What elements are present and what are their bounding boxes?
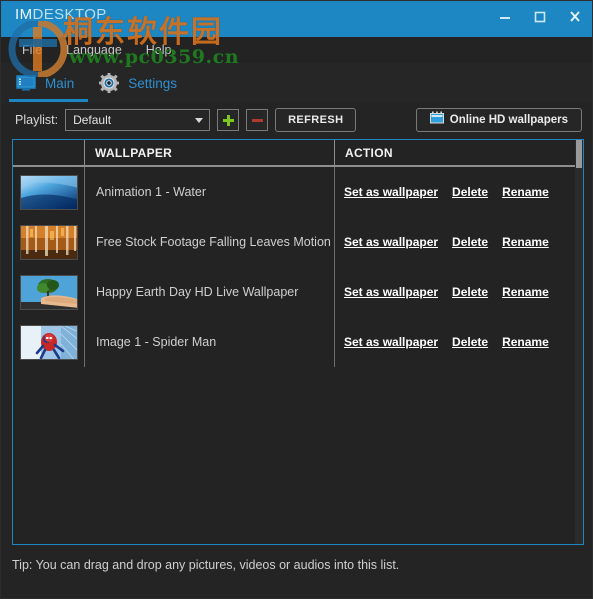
plus-icon [222, 114, 234, 126]
rename-link[interactable]: Rename [502, 285, 549, 299]
title-bar: IMDESKTOP [1, 1, 592, 37]
menu-item-help[interactable]: Help [136, 40, 182, 60]
table-row[interactable]: Image 1 - Spider Man Set as wallpaper De… [13, 317, 583, 367]
table-header-row: WALLPAPER ACTION [13, 140, 583, 167]
set-as-wallpaper-link[interactable]: Set as wallpaper [344, 335, 438, 349]
refresh-button-label: REFRESH [288, 114, 344, 126]
row-action-cell: Set as wallpaper Delete Rename [335, 167, 583, 217]
delete-link[interactable]: Delete [452, 235, 488, 249]
row-thumbnail-cell [13, 167, 85, 217]
toolbar: Playlist: Default REFRESH Online HD wall… [1, 103, 592, 137]
autumn-forest-thumbnail [20, 224, 78, 260]
tab-main[interactable]: Main [9, 64, 89, 102]
globe-wallpaper-icon [429, 111, 444, 129]
menu-bar: File Language Help [1, 37, 592, 63]
wallpaper-name: Free Stock Footage Falling Leaves Motion… [96, 235, 335, 249]
underwater-blue-thumbnail [20, 174, 78, 210]
column-header-action[interactable]: ACTION [335, 140, 583, 166]
table-scrollbar[interactable] [575, 140, 583, 544]
chevron-down-icon [195, 117, 204, 123]
add-playlist-button[interactable] [217, 109, 240, 131]
remove-playlist-button[interactable] [246, 109, 269, 131]
delete-link[interactable]: Delete [452, 335, 488, 349]
monitor-icon [15, 73, 37, 93]
tip-bar: Tip: You can drag and drop any pictures,… [1, 545, 592, 585]
minimize-button[interactable] [487, 1, 522, 32]
row-thumbnail-cell [13, 217, 85, 267]
rename-link[interactable]: Rename [502, 235, 549, 249]
wallpaper-name: Image 1 - Spider Man [96, 335, 217, 349]
tab-settings[interactable]: Settings [92, 64, 191, 102]
imdesktop-window: IMDESKTOP File Language Help Main Settin… [0, 0, 593, 599]
row-thumbnail-cell [13, 317, 85, 367]
app-title-prefix: IM [15, 6, 33, 23]
tab-main-label: Main [45, 75, 75, 91]
wallpaper-name: Happy Earth Day HD Live Wallpaper [96, 285, 299, 299]
row-action-cell: Set as wallpaper Delete Rename [335, 217, 583, 267]
menu-item-language[interactable]: Language [56, 40, 132, 60]
spider-man-thumbnail [20, 324, 78, 360]
playlist-label: Playlist: [15, 113, 59, 127]
maximize-button[interactable] [522, 1, 557, 32]
refresh-button[interactable]: REFRESH [275, 108, 357, 132]
table-row[interactable]: Happy Earth Day HD Live Wallpaper Set as… [13, 267, 583, 317]
tab-bar: Main Settings [1, 63, 592, 103]
set-as-wallpaper-link[interactable]: Set as wallpaper [344, 235, 438, 249]
tab-settings-label: Settings [128, 75, 178, 91]
table-body: Animation 1 - Water Set as wallpaper Del… [13, 167, 583, 367]
online-hd-wallpapers-label: Online HD wallpapers [449, 114, 568, 126]
delete-link[interactable]: Delete [452, 185, 488, 199]
menu-item-file[interactable]: File [12, 40, 52, 60]
playlist-select[interactable]: Default [65, 109, 211, 131]
column-header-thumbnail[interactable] [13, 140, 85, 166]
row-name-cell: Animation 1 - Water [85, 167, 335, 217]
row-name-cell: Free Stock Footage Falling Leaves Motion… [85, 217, 335, 267]
table-row[interactable]: Free Stock Footage Falling Leaves Motion… [13, 217, 583, 267]
row-action-cell: Set as wallpaper Delete Rename [335, 267, 583, 317]
playlist-selected-value: Default [73, 113, 112, 127]
row-thumbnail-cell [13, 267, 85, 317]
table-row[interactable]: Animation 1 - Water Set as wallpaper Del… [13, 167, 583, 217]
minus-icon [251, 118, 263, 122]
row-action-cell: Set as wallpaper Delete Rename [335, 317, 583, 367]
row-name-cell: Happy Earth Day HD Live Wallpaper [85, 267, 335, 317]
hand-holding-tree-thumbnail [20, 274, 78, 310]
delete-link[interactable]: Delete [452, 285, 488, 299]
app-title: IMDESKTOP [1, 1, 107, 23]
gear-icon [98, 73, 120, 93]
scrollbar-thumb[interactable] [576, 140, 582, 168]
row-name-cell: Image 1 - Spider Man [85, 317, 335, 367]
app-title-rest: DESKTOP [32, 6, 107, 23]
wallpaper-name: Animation 1 - Water [96, 185, 206, 199]
set-as-wallpaper-link[interactable]: Set as wallpaper [344, 185, 438, 199]
online-hd-wallpapers-button[interactable]: Online HD wallpapers [415, 108, 582, 132]
set-as-wallpaper-link[interactable]: Set as wallpaper [344, 285, 438, 299]
close-button[interactable] [557, 1, 592, 32]
column-header-wallpaper[interactable]: WALLPAPER [85, 140, 335, 166]
window-controls [487, 1, 592, 37]
wallpaper-table: WALLPAPER ACTION Animation 1 - Water Set… [12, 139, 584, 545]
tip-text: Tip: You can drag and drop any pictures,… [12, 558, 400, 572]
rename-link[interactable]: Rename [502, 185, 549, 199]
rename-link[interactable]: Rename [502, 335, 549, 349]
